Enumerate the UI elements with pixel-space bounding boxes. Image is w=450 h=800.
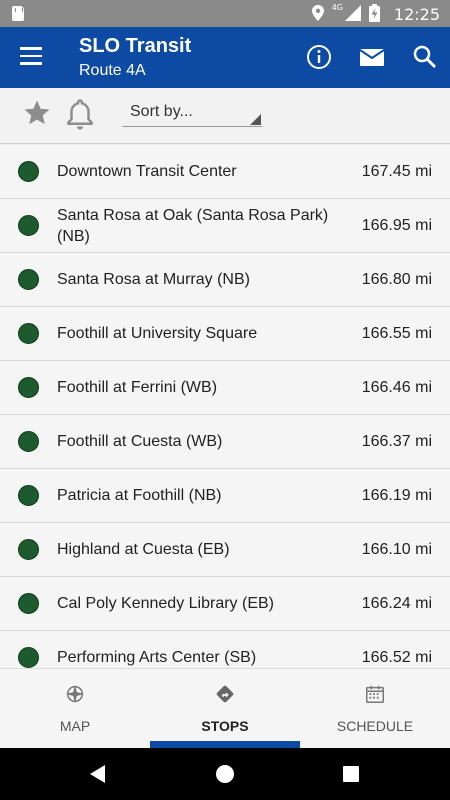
stop-name: Foothill at Cuesta (WB) [57,433,223,450]
dropdown-arrow-icon [250,114,261,125]
tab-label: STOPS [201,718,249,734]
stop-dot-icon [18,323,39,344]
stop-distance: 166.55 mi [361,324,432,342]
stop-distance: 166.46 mi [361,378,432,396]
stop-dot-icon [18,215,39,236]
tab-stops[interactable]: STOPS [150,669,300,749]
tab-schedule[interactable]: SCHEDULE [300,669,450,749]
stop-row[interactable]: Foothill at Cuesta (WB) 166.37 mi [0,415,450,469]
stop-distance: 166.95 mi [361,216,432,234]
directions-icon [216,685,234,703]
stop-distance: 166.19 mi [361,486,432,504]
status-icons: 4G [311,2,380,22]
tab-label: SCHEDULE [336,718,414,734]
recents-icon[interactable] [343,766,359,782]
sort-label: Sort by... [130,103,193,120]
stop-row[interactable]: Foothill at Ferrini (WB) 166.46 mi [0,361,450,415]
stop-row[interactable]: Cal Poly Kennedy Library (EB) 166.24 mi [0,577,450,631]
stop-distance: 166.80 mi [361,270,432,288]
compass-icon [65,684,85,704]
sort-dropdown[interactable]: Sort by... [122,103,262,127]
stop-row[interactable]: Santa Rosa at Murray (NB) 166.80 mi [0,253,450,307]
stop-name: Foothill at University Square [57,325,258,342]
system-nav-bar [0,748,450,800]
bottom-tabs: MAP STOPS SCHEDULE [0,668,450,749]
network-type: 4G [331,2,343,12]
stop-row[interactable]: Performing Arts Center (SB) 166.52 mi [0,631,450,668]
stop-name: Santa Rosa at Oak (Santa Rosa Park) (NB) [57,206,329,245]
stop-row[interactable]: Highland at Cuesta (EB) 166.10 mi [0,523,450,577]
menu-icon[interactable] [20,47,42,65]
stop-dot-icon [18,377,39,398]
app-bar: SLO Transit Route 4A [0,27,450,88]
stop-name: Santa Rosa at Murray (NB) [57,271,250,288]
stop-row[interactable]: Foothill at University Square 166.55 mi [0,307,450,361]
stop-name: Highland at Cuesta (EB) [57,541,230,558]
stops-list[interactable]: Downtown Transit Center 167.45 mi Santa … [0,145,450,668]
stop-row[interactable]: Patricia at Foothill (NB) 166.19 mi [0,469,450,523]
tab-map[interactable]: MAP [0,669,150,749]
stop-dot-icon [18,431,39,452]
stop-distance: 166.24 mi [361,594,432,612]
battery-charging-icon [369,4,380,22]
stop-dot-icon [18,161,39,182]
info-icon[interactable] [305,43,333,71]
stop-name: Cal Poly Kennedy Library (EB) [57,595,274,612]
stop-dot-icon [18,269,39,290]
status-time: 12:25 [393,5,440,24]
stop-dot-icon [18,485,39,506]
search-icon[interactable] [411,43,439,71]
app-title: SLO Transit [79,35,192,57]
status-bar: 4G 12:25 [0,0,450,27]
location-icon [311,5,324,21]
stop-distance: 166.10 mi [361,540,432,558]
home-icon[interactable] [216,765,234,783]
stop-row[interactable]: Downtown Transit Center 167.45 mi [0,145,450,199]
stop-name: Patricia at Foothill (NB) [57,487,222,504]
calendar-icon [366,685,384,703]
stop-distance: 166.52 mi [361,648,432,666]
mail-icon[interactable] [358,43,386,71]
tab-label: MAP [59,718,91,734]
notification-bell-icon[interactable] [65,98,95,132]
stop-name: Performing Arts Center (SB) [57,649,257,666]
sd-card-icon [12,6,24,21]
stop-distance: 167.45 mi [361,162,432,180]
stop-name: Downtown Transit Center [57,163,237,180]
stop-row[interactable]: Santa Rosa at Oak (Santa Rosa Park) (NB)… [0,199,450,253]
list-toolbar: Sort by... [0,88,450,144]
route-subtitle: Route 4A [79,62,146,79]
stop-name: Foothill at Ferrini (WB) [57,379,218,396]
stop-dot-icon [18,593,39,614]
signal-icon [345,5,361,21]
stop-dot-icon [18,539,39,560]
stop-dot-icon [18,647,39,668]
stop-distance: 166.37 mi [361,432,432,450]
favorite-star-icon[interactable] [22,98,52,128]
back-icon[interactable] [90,765,105,783]
